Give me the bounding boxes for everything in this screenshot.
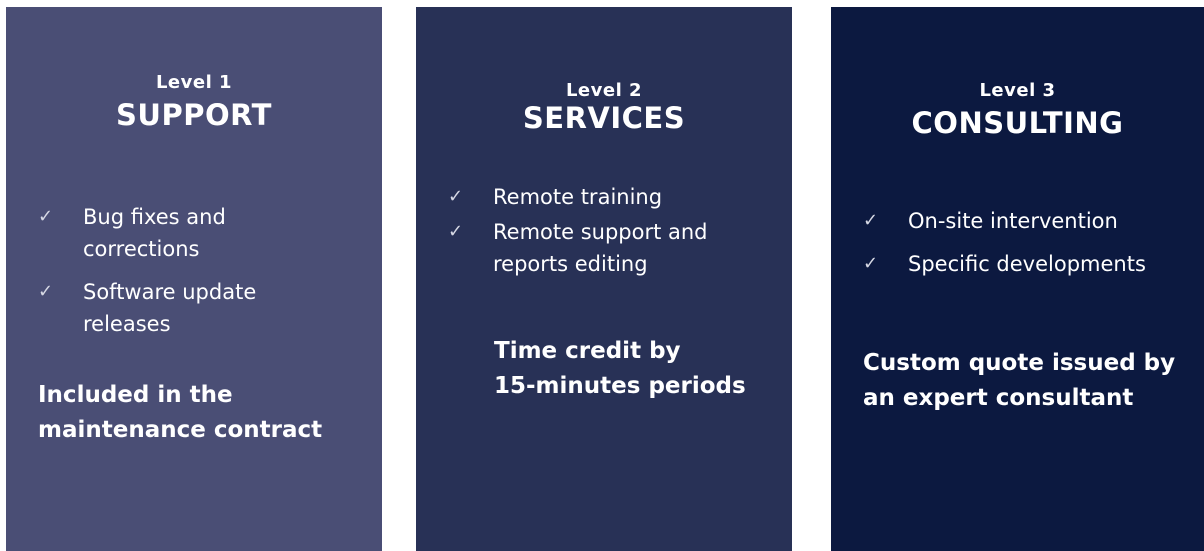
level-label: Level 2	[565, 80, 643, 101]
feature-text: Remote training	[493, 185, 663, 209]
tier-title: SERVICES	[522, 101, 686, 135]
checkmark-icon: ✓	[863, 210, 879, 231]
pricing-note: Custom quote issued by an expert consult…	[863, 350, 1176, 411]
feature-text: Bug fixes and corrections	[83, 205, 226, 261]
list-item: ✓ Specific developments	[863, 248, 1183, 280]
list-item: ✓ Software update releases	[38, 276, 358, 340]
list-item: ✓ Remote training	[448, 181, 768, 213]
feature-text: Specific developments	[908, 252, 1146, 276]
pricing-note: Time credit by 15-minutes periods	[494, 338, 746, 399]
feature-text: On-site intervention	[908, 209, 1118, 233]
feature-text: Remote support and reports editing	[493, 220, 708, 276]
feature-text: Software update releases	[83, 280, 257, 336]
service-levels: Level 1 SUPPORT ✓ Bug fixes and correcti…	[0, 0, 1204, 551]
feature-list: ✓ Remote training ✓ Remote support and r…	[448, 181, 768, 283]
list-item: ✓ On-site intervention	[863, 205, 1183, 237]
level-label: Level 1	[155, 72, 233, 93]
panel-level-3-consulting: Level 3 CONSULTING ✓ On-site interventio…	[831, 7, 1204, 551]
feature-list: ✓ On-site intervention ✓ Specific develo…	[863, 205, 1183, 291]
level-label: Level 3	[979, 80, 1056, 101]
checkmark-icon: ✓	[38, 206, 54, 227]
pricing-note: Included in the maintenance contract	[38, 382, 323, 443]
panel-level-2-services: Level 2 SERVICES ✓ Remote training ✓ Rem…	[416, 7, 792, 551]
checkmark-icon: ✓	[38, 281, 54, 302]
checkmark-icon: ✓	[863, 253, 879, 274]
list-item: ✓ Bug fixes and corrections	[38, 201, 358, 265]
feature-list: ✓ Bug fixes and corrections ✓ Software u…	[38, 201, 358, 351]
panel-level-1-support: Level 1 SUPPORT ✓ Bug fixes and correcti…	[6, 7, 382, 551]
tier-title: SUPPORT	[116, 98, 272, 132]
checkmark-icon: ✓	[448, 186, 464, 207]
tier-title: CONSULTING	[911, 106, 1124, 140]
list-item: ✓ Remote support and reports editing	[448, 216, 768, 280]
checkmark-icon: ✓	[448, 221, 464, 242]
